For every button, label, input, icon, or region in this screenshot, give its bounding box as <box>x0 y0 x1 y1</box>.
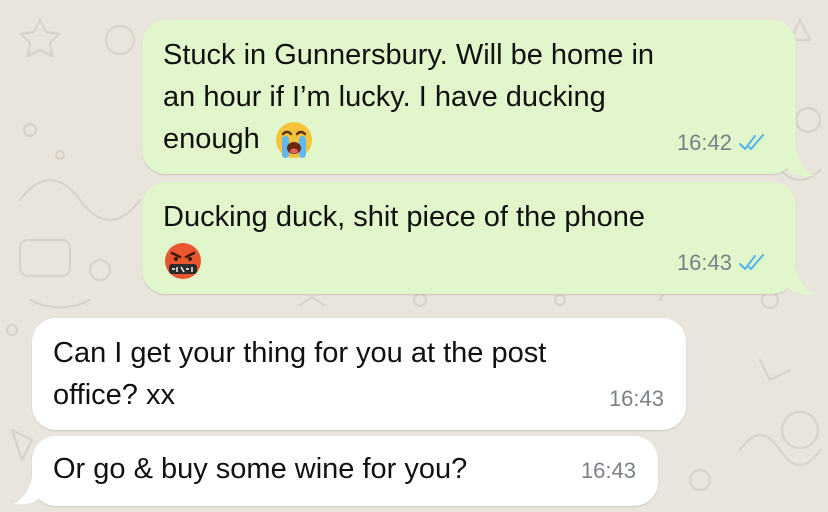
message-line: Or go & buy some wine for you? <box>53 453 468 485</box>
message-text: Stuck in Gunnersbury. Will be home in an… <box>163 34 654 160</box>
double-check-read-icon <box>739 254 764 270</box>
message-line: an hour if I’m lucky. I have ducking <box>163 81 606 113</box>
loudly-crying-face-icon <box>275 122 312 159</box>
bubble-tail <box>14 478 40 505</box>
message-text: Ducking duck, shit piece of the phone <box>163 196 645 281</box>
message-line: enough <box>163 118 654 160</box>
message-time: 16:43 <box>580 458 636 483</box>
double-check-read-icon <box>739 134 764 150</box>
message-meta: 16:42 <box>677 122 768 164</box>
message-text: Or go & buy some wine for you? <box>53 448 467 490</box>
outgoing-message-bubble[interactable]: Stuck in Gunnersbury. Will be home in an… <box>142 20 796 174</box>
incoming-message-bubble[interactable]: Or go & buy some wine for you? 16:43 <box>32 436 658 506</box>
message-line: Stuck in Gunnersbury. Will be home in <box>163 39 655 71</box>
face-with-symbols-on-mouth-icon <box>165 243 201 280</box>
incoming-message-bubble[interactable]: Can I get your thing for you at the post… <box>32 318 686 430</box>
message-line: office? xx <box>53 379 175 411</box>
message-time: 16:42 <box>676 130 732 155</box>
message-line: Ducking duck, shit piece of the phone <box>163 201 646 233</box>
message-line: Can I get your thing for you at the post <box>53 337 547 369</box>
message-time: 16:43 <box>676 250 732 275</box>
bubble-tail <box>788 150 814 177</box>
bubble-tail <box>788 268 814 295</box>
message-line-text: enough <box>163 123 260 155</box>
message-meta: 16:43 <box>609 378 664 420</box>
message-text: Can I get your thing for you at the post… <box>53 332 546 416</box>
message-meta: 16:43 <box>677 242 768 284</box>
outgoing-message-bubble[interactable]: Ducking duck, shit piece of the phone 16… <box>142 182 796 294</box>
message-meta: 16:43 <box>581 450 636 492</box>
message-time: 16:43 <box>608 386 664 411</box>
